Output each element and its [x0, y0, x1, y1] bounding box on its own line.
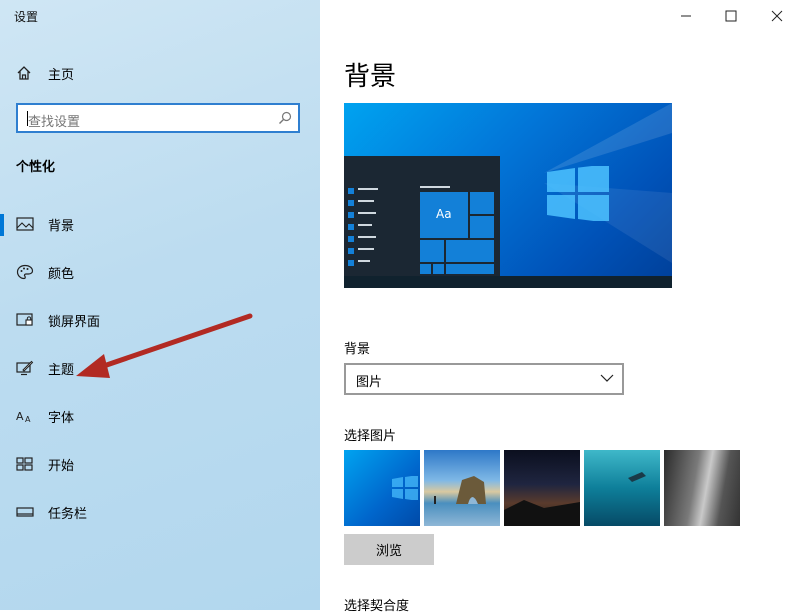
chevron-down-icon: [600, 374, 614, 382]
background-type-label: 背景: [344, 342, 371, 357]
sidebar-item-label: 背景: [48, 219, 75, 234]
palette-icon: [16, 264, 34, 280]
choose-fit-label: 选择契合度: [344, 599, 410, 614]
watermark-brand: Baidu: [615, 550, 712, 585]
page-title: 背景: [344, 62, 397, 92]
taskbar-icon: [16, 507, 34, 517]
sidebar-item-label: 颜色: [48, 267, 75, 282]
search-placeholder[interactable]: 查找设置: [28, 111, 80, 130]
rock-arch: [434, 476, 486, 504]
search-box[interactable]: 查找设置: [16, 103, 300, 133]
swimmer: [628, 472, 646, 482]
sidebar-item-fonts[interactable]: A A 字体: [0, 398, 320, 434]
main-pane: 背景 Aa 背景 图片 选择图片 浏览 选择契合度: [320, 0, 800, 614]
sidebar-item-label: 开始: [48, 459, 75, 474]
windows-logo-thumb: [392, 476, 418, 500]
section-title: 个性化: [16, 160, 56, 175]
picture-thumbnail-windows[interactable]: [344, 450, 420, 526]
windows-logo: [547, 166, 609, 221]
sidebar: 设置 主页 查找设置 个性化 背景 颜色 锁屏界面 主题 A A 字体 开始 任…: [0, 0, 320, 610]
background-preview: Aa: [344, 103, 672, 288]
picture-thumbnail-rock[interactable]: [664, 450, 740, 526]
selected-indicator: [0, 214, 4, 236]
select-value: 图片: [356, 375, 383, 390]
background-type-select[interactable]: 图片: [344, 363, 624, 395]
preview-tile-text: Aa: [436, 207, 452, 221]
choose-picture-label: 选择图片: [344, 429, 397, 444]
minimize-icon[interactable]: [676, 6, 696, 26]
sidebar-item-start[interactable]: 开始: [0, 446, 320, 482]
preview-taskbar: [344, 276, 672, 288]
annotation-arrow: [76, 313, 253, 378]
sidebar-item-colors[interactable]: 颜色: [0, 254, 320, 290]
browse-button[interactable]: 浏览: [344, 534, 434, 565]
start-icon: [16, 457, 33, 471]
watermark-brand-cn: 经验: [715, 554, 768, 584]
sidebar-item-taskbar[interactable]: 任务栏: [0, 494, 320, 530]
svg-text:A: A: [25, 415, 31, 424]
font-icon: A A: [16, 410, 31, 424]
sidebar-item-label: 任务栏: [48, 507, 88, 522]
watermark-url: jingyan.baidu.com: [615, 583, 726, 597]
home-label: 主页: [48, 67, 75, 83]
close-icon[interactable]: [767, 6, 787, 26]
maximize-icon[interactable]: [721, 6, 741, 26]
lock-screen-icon: [16, 313, 33, 326]
watermark: Baidu 经验 jingyan.baidu.com: [615, 548, 767, 597]
start-menu-preview: [344, 156, 500, 276]
svg-text:A: A: [16, 410, 24, 423]
home-nav-item[interactable]: 主页: [16, 62, 74, 84]
theme-icon: [16, 360, 34, 376]
picture-thumbnail-underwater[interactable]: [584, 450, 660, 526]
home-icon: [17, 66, 31, 80]
window-title: 设置: [14, 10, 39, 24]
tent-glow: [504, 500, 580, 526]
search-icon[interactable]: [278, 111, 292, 125]
app-list-lines: [348, 188, 378, 266]
sidebar-item-background[interactable]: 背景: [0, 206, 320, 242]
sidebar-item-label: 字体: [48, 411, 75, 426]
picture-thumbnail-night-sky[interactable]: [504, 450, 580, 526]
picture-thumbnail-beach[interactable]: [424, 450, 500, 526]
picture-icon: [16, 217, 34, 231]
